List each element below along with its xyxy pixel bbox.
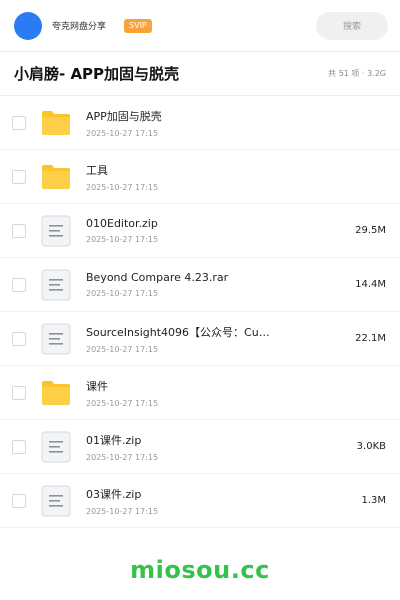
file-meta: Beyond Compare 4.23.rar 2025-10-27 17:15 [86, 271, 347, 298]
file-meta: APP加固与脱壳 2025-10-27 17:15 [86, 108, 378, 138]
search-input[interactable]: 搜索 [316, 11, 388, 40]
file-time: 2025-10-27 17:15 [86, 452, 159, 462]
file-name: 010Editor.zip [86, 217, 158, 230]
file-meta: 工具 2025-10-27 17:15 [86, 162, 378, 192]
file-row[interactable]: 课件 2025-10-27 17:15 [0, 366, 400, 420]
file-name: 01课件.zip [86, 433, 142, 447]
select-checkbox[interactable] [12, 331, 26, 346]
file-row[interactable]: 工具 2025-10-27 17:15 [0, 150, 400, 204]
file-size: 22.1M [355, 333, 386, 344]
folder-summary: 共 51 项 · 3.2G [328, 69, 386, 78]
file-meta: 03课件.zip 2025-10-27 17:15 [86, 486, 353, 516]
file-row[interactable]: 010Editor.zip 2025-10-27 17:15 29.5M [0, 204, 400, 258]
file-meta: 课件 2025-10-27 17:15 [86, 378, 378, 408]
select-checkbox[interactable] [12, 493, 26, 508]
file-size: 14.4M [355, 279, 386, 290]
file-time: 2025-10-27 17:15 [86, 182, 159, 192]
file-meta: 010Editor.zip 2025-10-27 17:15 [86, 217, 347, 244]
file-meta: SourceInsight4096【公众号：Cun… 2025-10-27 17… [86, 324, 347, 354]
file-icon [39, 430, 73, 464]
file-name: Beyond Compare 4.23.rar [86, 271, 229, 284]
file-name: 课件 [86, 379, 108, 393]
file-time: 2025-10-27 17:15 [86, 398, 159, 408]
file-name: 03课件.zip [86, 487, 142, 501]
top-bar: 夸克网盘分享 SVIP 搜索 [0, 0, 400, 52]
file-size: 3.0KB [356, 441, 386, 452]
select-checkbox[interactable] [12, 115, 26, 130]
file-time: 2025-10-27 17:15 [86, 235, 159, 244]
select-checkbox[interactable] [12, 277, 26, 292]
file-row[interactable]: 01课件.zip 2025-10-27 17:15 3.0KB [0, 420, 400, 474]
watermark: miosou.cc [130, 556, 270, 584]
select-checkbox[interactable] [12, 169, 26, 184]
search-placeholder: 搜索 [342, 22, 361, 32]
folder-icon [39, 376, 73, 410]
file-row[interactable]: APP加固与脱壳 2025-10-27 17:15 [0, 96, 400, 150]
folder-icon [39, 160, 73, 194]
file-row[interactable]: Beyond Compare 4.23.rar 2025-10-27 17:15… [0, 258, 400, 312]
folder-icon [39, 106, 73, 140]
select-checkbox[interactable] [12, 439, 26, 454]
user-name: 夸克网盘分享 [52, 22, 107, 32]
file-time: 2025-10-27 17:15 [86, 506, 159, 516]
select-checkbox[interactable] [12, 385, 26, 400]
file-meta: 01课件.zip 2025-10-27 17:15 [86, 432, 349, 462]
file-row[interactable]: 03课件.zip 2025-10-27 17:15 1.3M [0, 474, 400, 528]
footer: miosou.cc [0, 540, 400, 600]
folder-header: 小肩膀- APP加固与脱壳 共 51 项 · 3.2G [0, 52, 400, 96]
file-name: 工具 [86, 163, 108, 177]
file-row[interactable]: SourceInsight4096【公众号：Cun… 2025-10-27 17… [0, 312, 400, 366]
select-checkbox[interactable] [12, 223, 26, 238]
file-icon [39, 268, 73, 302]
file-name: SourceInsight4096【公众号：Cun… [86, 325, 276, 339]
file-icon [39, 214, 73, 248]
file-size: 1.3M [361, 495, 386, 506]
page-title: 小肩膀- APP加固与脱壳 [14, 65, 180, 83]
file-icon [39, 322, 73, 356]
avatar[interactable] [14, 11, 42, 40]
svip-badge: SVIP [124, 18, 152, 33]
file-icon [39, 484, 73, 518]
file-time: 2025-10-27 17:15 [86, 128, 159, 138]
file-time: 2025-10-27 17:15 [86, 344, 159, 354]
file-size: 29.5M [355, 225, 386, 236]
file-list: APP加固与脱壳 2025-10-27 17:15 工具 2025-10-27 … [0, 96, 400, 528]
file-name: APP加固与脱壳 [86, 109, 162, 123]
file-time: 2025-10-27 17:15 [86, 289, 159, 298]
